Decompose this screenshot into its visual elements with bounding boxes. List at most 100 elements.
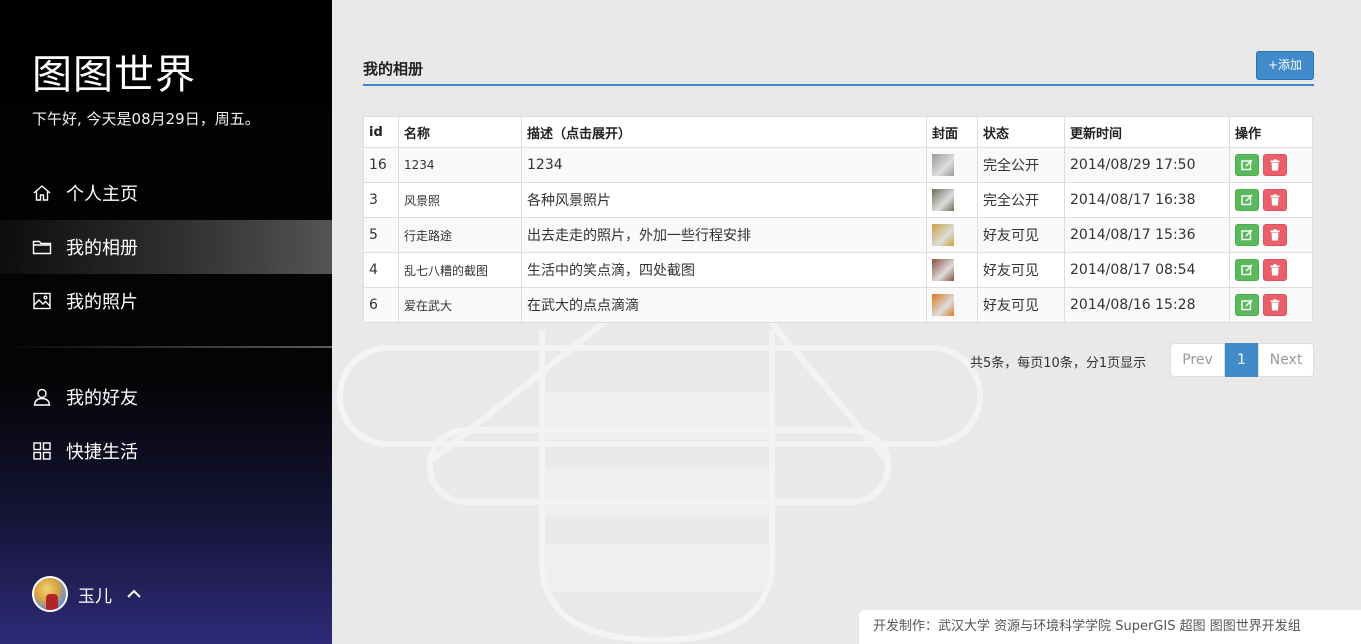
footer-credits: 开发制作：武汉大学 资源与环境科学学院 SuperGIS 超图 图图世界开发组: [859, 610, 1361, 644]
cell-id: 3: [363, 182, 399, 218]
cell-name[interactable]: 行走路途: [398, 217, 522, 253]
page-header: 我的相册 +添加: [363, 50, 1314, 86]
cell-description[interactable]: 各种风景照片: [521, 182, 927, 218]
cell-id: 4: [363, 252, 399, 288]
edit-button[interactable]: [1235, 259, 1259, 281]
table-header-row: id 名称 描述（点击展开） 封面 状态 更新时间 操作: [363, 116, 1313, 148]
cover-thumbnail[interactable]: [932, 224, 954, 246]
user-menu[interactable]: 玉儿: [32, 576, 142, 612]
sidebar-item-photos[interactable]: 我的照片: [0, 274, 332, 328]
delete-button[interactable]: [1263, 154, 1287, 176]
sidebar: 图图世界 下午好, 今天是08月29日，周五。 个人主页 我的相册 我的照片 我…: [0, 0, 332, 644]
cell-name[interactable]: 1234: [398, 147, 522, 183]
chevron-up-icon[interactable]: [126, 586, 142, 602]
cell-description[interactable]: 在武大的点点滴滴: [521, 287, 927, 323]
image-icon: [32, 291, 52, 311]
cell-status: 好友可见: [977, 217, 1065, 253]
app-logo[interactable]: 图图世界: [32, 42, 196, 100]
column-header-cover[interactable]: 封面: [926, 116, 978, 148]
user-name: 玉儿: [78, 586, 112, 607]
cell-id: 5: [363, 217, 399, 253]
table-row[interactable]: 5 行走路途 出去走走的照片，外加一些行程安排 好友可见 2014/08/17 15:3…: [363, 217, 1313, 253]
page-1-button[interactable]: 1: [1225, 343, 1258, 377]
cell-cover: [926, 287, 978, 323]
trash-icon: [1270, 229, 1280, 241]
cell-description[interactable]: 生活中的笑点滴，四处截图: [521, 252, 927, 288]
edit-button[interactable]: [1235, 189, 1259, 211]
sidebar-item-label: 我的好友: [66, 388, 138, 409]
sidebar-item-home[interactable]: 个人主页: [0, 166, 332, 220]
column-header-description[interactable]: 描述（点击展开）: [521, 116, 927, 148]
cell-status: 好友可见: [977, 252, 1065, 288]
main-content: 我的相册 +添加 id 名称 描述（点击展开） 封面 状态 更新时间 操作 16…: [332, 0, 1361, 644]
delete-button[interactable]: [1263, 224, 1287, 246]
home-icon: [32, 183, 52, 203]
cell-id: 16: [363, 147, 399, 183]
cell-name[interactable]: 爱在武大: [398, 287, 522, 323]
column-header-updated[interactable]: 更新时间: [1064, 116, 1230, 148]
sidebar-item-life[interactable]: 快捷生活: [0, 424, 332, 478]
column-header-status[interactable]: 状态: [977, 116, 1065, 148]
next-page-button[interactable]: Next: [1258, 343, 1314, 377]
column-header-id[interactable]: id: [363, 116, 399, 148]
cell-cover: [926, 252, 978, 288]
sidebar-item-label: 我的照片: [66, 292, 138, 313]
pagination: Prev 1 Next: [1170, 343, 1314, 377]
sidebar-item-friends[interactable]: 我的好友: [0, 370, 332, 424]
cell-cover: [926, 182, 978, 218]
avatar[interactable]: [32, 576, 68, 612]
table-row[interactable]: 4 乱七八糟的截图 生活中的笑点滴，四处截图 好友可见 2014/08/17 08:54: [363, 252, 1313, 288]
cell-name[interactable]: 乱七八糟的截图: [398, 252, 522, 288]
edit-icon: [1241, 299, 1253, 311]
cell-actions: [1229, 217, 1313, 253]
cell-updated: 2014/08/17 16:38: [1064, 182, 1230, 218]
cell-actions: [1229, 252, 1313, 288]
cell-cover: [926, 217, 978, 253]
table-row[interactable]: 16 1234 1234 完全公开 2014/08/29 17:50: [363, 147, 1313, 183]
edit-icon: [1241, 194, 1253, 206]
folder-icon: [32, 237, 52, 257]
column-header-name[interactable]: 名称: [398, 116, 522, 148]
sidebar-item-label: 个人主页: [66, 184, 138, 205]
column-header-actions: 操作: [1229, 116, 1313, 148]
delete-button[interactable]: [1263, 294, 1287, 316]
greeting-text: 下午好, 今天是08月29日，周五。: [32, 110, 260, 128]
sidebar-item-label: 快捷生活: [66, 442, 138, 463]
pagination-info: 共5条，每页10条，分1页显示: [970, 356, 1147, 371]
cover-thumbnail[interactable]: [932, 294, 954, 316]
user-icon: [32, 387, 52, 407]
edit-button[interactable]: [1235, 224, 1259, 246]
cell-actions: [1229, 182, 1313, 218]
cover-thumbnail[interactable]: [932, 189, 954, 211]
table-row[interactable]: 6 爱在武大 在武大的点点滴滴 好友可见 2014/08/16 15:28: [363, 287, 1313, 323]
edit-icon: [1241, 159, 1253, 171]
edit-button[interactable]: [1235, 294, 1259, 316]
cell-status: 完全公开: [977, 182, 1065, 218]
sidebar-nav: 个人主页 我的相册 我的照片 我的好友 快捷生活: [0, 166, 332, 478]
cover-thumbnail[interactable]: [932, 154, 954, 176]
cell-updated: 2014/08/17 08:54: [1064, 252, 1230, 288]
cell-updated: 2014/08/17 15:36: [1064, 217, 1230, 253]
trash-icon: [1270, 264, 1280, 276]
add-album-button[interactable]: +添加: [1256, 51, 1314, 80]
cover-thumbnail[interactable]: [932, 259, 954, 281]
albums-table: id 名称 描述（点击展开） 封面 状态 更新时间 操作 16 1234 1234 完…: [363, 116, 1313, 323]
trash-icon: [1270, 159, 1280, 171]
cell-description[interactable]: 1234: [521, 147, 927, 183]
sidebar-item-albums[interactable]: 我的相册: [0, 220, 332, 274]
cell-status: 好友可见: [977, 287, 1065, 323]
edit-icon: [1241, 229, 1253, 241]
cell-actions: [1229, 287, 1313, 323]
edit-button[interactable]: [1235, 154, 1259, 176]
prev-page-button[interactable]: Prev: [1170, 343, 1225, 377]
table-row[interactable]: 3 风景照 各种风景照片 完全公开 2014/08/17 16:38: [363, 182, 1313, 218]
cell-status: 完全公开: [977, 147, 1065, 183]
page-title: 我的相册: [363, 60, 424, 78]
delete-button[interactable]: [1263, 189, 1287, 211]
cell-cover: [926, 147, 978, 183]
trash-icon: [1270, 194, 1280, 206]
delete-button[interactable]: [1263, 259, 1287, 281]
trash-icon: [1270, 299, 1280, 311]
cell-description[interactable]: 出去走走的照片，外加一些行程安排: [521, 217, 927, 253]
cell-name[interactable]: 风景照: [398, 182, 522, 218]
